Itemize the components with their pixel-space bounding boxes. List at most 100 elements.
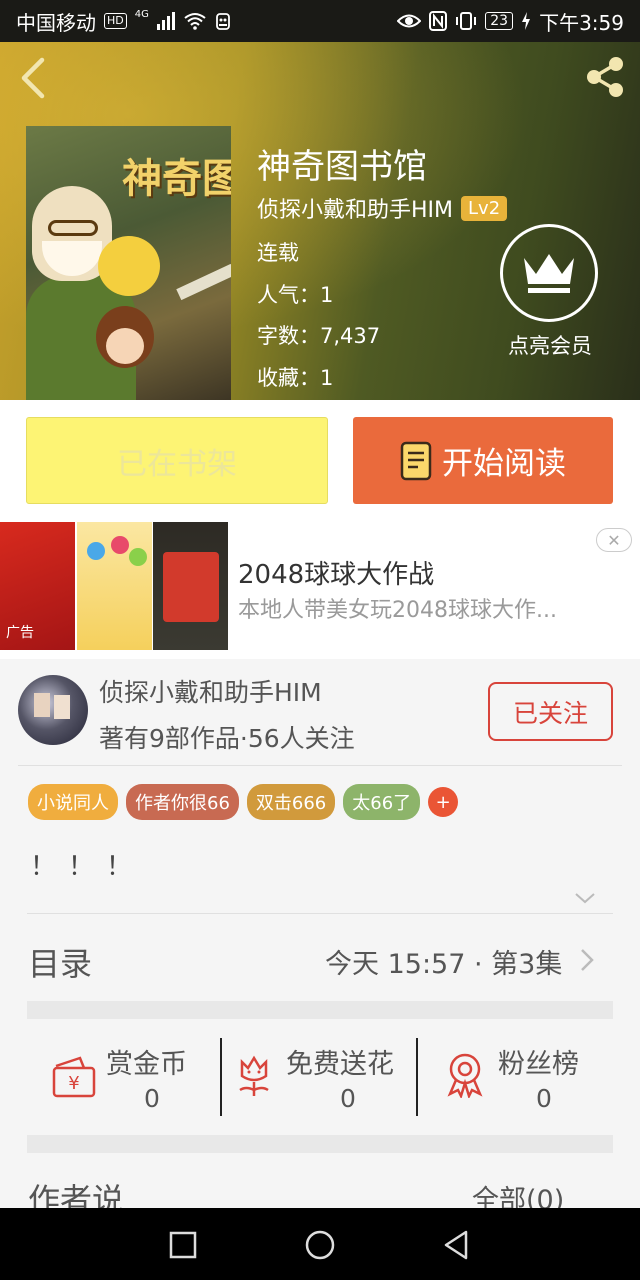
divider	[27, 913, 613, 914]
avatar[interactable]	[18, 675, 88, 745]
reward-value: 0	[536, 1084, 552, 1113]
glasses-shape	[48, 220, 98, 236]
vertical-divider	[220, 1038, 222, 1116]
triangle-back-icon	[444, 1230, 468, 1260]
section-separator	[27, 1135, 613, 1153]
tag-item[interactable]: 太66了	[343, 784, 421, 820]
tag-item[interactable]: 双击666	[246, 784, 336, 820]
author-card[interactable]: 侦探小戴和助手HIM 著有9部作品·56人关注 已关注	[0, 659, 640, 766]
vibrate-icon	[456, 12, 477, 30]
home-button[interactable]	[303, 1228, 337, 1262]
toc-latest-update[interactable]: 今天 15:57 · 第3集	[325, 942, 562, 981]
popularity-stat: 人气：1	[257, 283, 334, 307]
vip-label: 点亮会员	[508, 334, 592, 358]
expand-intro-button[interactable]	[574, 888, 596, 908]
tag-item[interactable]: 作者你很66	[126, 784, 239, 820]
book-status: 连载	[257, 241, 299, 265]
face-shape	[106, 328, 144, 364]
in-shelf-button[interactable]: 已在书架	[26, 417, 328, 504]
reward-label: 赏金币	[106, 1049, 187, 1080]
book-intro: ！！！	[30, 852, 145, 882]
svg-text:¥: ¥	[68, 1073, 79, 1094]
author-meta: 著有9部作品·56人关注	[99, 724, 355, 753]
recents-button[interactable]	[166, 1228, 200, 1262]
book-header: 神奇图书馆 神奇图书馆 侦探小戴和助手HIM Lv2 连载 人气：1 字数：7,…	[0, 42, 640, 400]
carrier-label: 中国移动	[16, 10, 96, 35]
clock: 下午3:59	[539, 10, 624, 35]
beard-shape	[42, 241, 102, 276]
chevron-left-icon	[21, 57, 45, 99]
reward-label: 免费送花	[286, 1049, 394, 1080]
ad-close-button[interactable]: ✕	[596, 528, 632, 552]
fan-ranking-button[interactable]: 粉丝榜 0	[444, 1036, 604, 1118]
book-author-line[interactable]: 侦探小戴和助手HIM Lv2	[257, 192, 508, 224]
system-nav-bar	[0, 1208, 640, 1280]
toc-label[interactable]: 目录	[28, 939, 92, 985]
medal-icon	[447, 1053, 483, 1098]
add-tag-button[interactable]: +	[428, 787, 459, 817]
notification-icon	[215, 13, 230, 30]
vip-circle	[500, 224, 598, 322]
square-icon	[169, 1231, 197, 1259]
ad-banner[interactable]: 广告 2048球球大作战 本地人带美女玩2048球球大作... ✕	[0, 522, 640, 659]
favorites-stat: 收藏：1	[257, 366, 334, 390]
toc-arrow[interactable]	[579, 947, 595, 973]
wifi-icon	[184, 13, 206, 30]
red-envelope-yen-icon: ¥	[52, 1056, 96, 1098]
word-count-stat: 字数：7,437	[257, 324, 381, 348]
cover-character-pikachu	[98, 236, 160, 296]
circle-icon	[305, 1230, 335, 1260]
chevron-right-icon	[581, 949, 594, 971]
divider	[18, 765, 622, 766]
follow-button[interactable]: 已关注	[488, 682, 613, 741]
back-nav-button[interactable]	[440, 1228, 474, 1262]
author-name: 侦探小戴和助手HIM	[99, 678, 322, 707]
action-bar: 已在书架 开始阅读	[0, 400, 640, 522]
ad-image-3	[153, 522, 228, 650]
share-icon	[587, 57, 623, 97]
hd-badge: HD	[104, 13, 127, 29]
reward-value: 0	[144, 1084, 160, 1113]
start-reading-label: 开始阅读	[442, 446, 566, 482]
crown-icon	[524, 254, 574, 293]
ad-title: 2048球球大作战	[238, 560, 435, 590]
ball-shape	[87, 542, 105, 560]
send-flower-button[interactable]: 免费送花 0	[234, 1036, 414, 1118]
section-separator	[27, 1001, 613, 1019]
book-cover[interactable]: 神奇图书馆	[26, 126, 231, 400]
ad-image-2	[77, 522, 152, 650]
vertical-divider	[416, 1038, 418, 1116]
red-envelope-shape	[163, 552, 219, 622]
ball-shape	[111, 536, 129, 554]
ad-tag: 广告	[6, 625, 34, 641]
network-type: 4G	[134, 8, 149, 20]
vip-button[interactable]: 点亮会员	[500, 224, 600, 360]
start-reading-button[interactable]: 开始阅读	[353, 417, 613, 504]
book-author[interactable]: 侦探小戴和助手HIM	[257, 192, 453, 224]
eye-comfort-icon	[397, 14, 422, 28]
level-badge: Lv2	[461, 195, 508, 221]
chevron-down-icon	[575, 893, 595, 904]
cover-title-art: 神奇图书馆	[122, 155, 231, 202]
book-icon	[400, 441, 432, 480]
book-title: 神奇图书馆	[257, 147, 427, 187]
status-bar: 中国移动 HD 4G 23 下午3:59	[0, 0, 640, 42]
back-button[interactable]	[16, 56, 56, 100]
cover-stick	[176, 263, 231, 301]
reward-value: 0	[340, 1084, 356, 1113]
avatar-figure	[34, 693, 50, 717]
signal-icon	[156, 12, 175, 30]
share-button[interactable]	[582, 54, 628, 100]
ad-description: 本地人带美女玩2048球球大作...	[238, 598, 557, 623]
ad-image-1: 广告	[0, 522, 75, 650]
tag-item[interactable]: 小说同人	[28, 784, 118, 820]
nfc-icon	[429, 11, 448, 31]
ball-shape	[129, 548, 147, 566]
charging-icon	[522, 12, 531, 30]
flower-icon	[239, 1055, 269, 1096]
reward-coins-button[interactable]: ¥ 赏金币 0	[50, 1036, 220, 1118]
cover-character-boy	[96, 306, 154, 368]
avatar-figure	[54, 695, 70, 719]
tag-list: 小说同人 作者你很66 双击666 太66了 +	[28, 784, 459, 820]
battery-level: 23	[485, 12, 514, 30]
